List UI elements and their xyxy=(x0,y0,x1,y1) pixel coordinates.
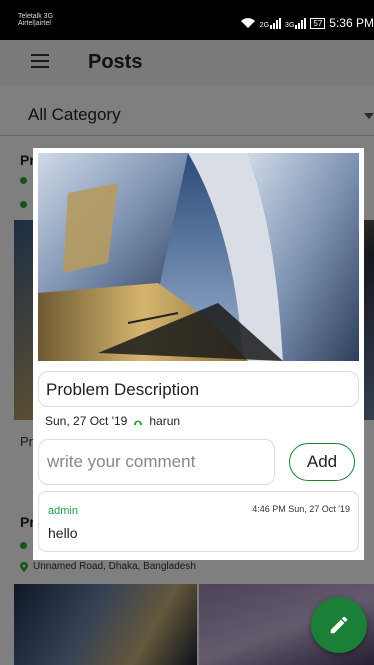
comment-text: hello xyxy=(48,525,78,541)
post-date: Sun, 27 Oct '19 xyxy=(45,414,128,428)
add-comment-button[interactable]: Add xyxy=(289,443,355,481)
post-meta: Sun, 27 Oct '19 harun xyxy=(45,414,180,428)
network-1-label: 2G xyxy=(259,21,270,29)
wifi-icon xyxy=(240,18,255,28)
user-icon xyxy=(134,420,143,425)
comment-input[interactable] xyxy=(38,439,275,485)
post-author: harun xyxy=(149,414,181,428)
carrier-line-2: Airtel|airtel xyxy=(18,20,51,27)
status-indicators: 2G 3G 57 5:36 PM xyxy=(240,16,374,30)
carrier-line-1: Teletalk 3G xyxy=(18,13,54,20)
problem-description-box: Problem Description xyxy=(38,371,359,407)
post-detail-dialog: Problem Description Sun, 27 Oct '19 haru… xyxy=(33,148,364,560)
comment-time: 4:46 PM Sun, 27 Oct '19 xyxy=(252,504,350,514)
signal-2-icon: 3G xyxy=(285,17,307,29)
comment-author: admin xyxy=(48,505,78,517)
comment-item: admin 4:46 PM Sun, 27 Oct '19 hello xyxy=(38,491,359,552)
battery-icon: 57 xyxy=(310,17,326,29)
status-bar: Teletalk 3G Airtel|airtel 2G 3G 57 5:36 … xyxy=(0,0,374,40)
post-photo xyxy=(38,153,359,361)
pencil-icon xyxy=(330,616,348,634)
building-photo xyxy=(38,153,359,361)
problem-title: Problem Description xyxy=(46,380,200,399)
network-2-label: 3G xyxy=(285,21,295,29)
compose-fab[interactable] xyxy=(311,597,367,653)
carrier-info: Teletalk 3G Airtel|airtel xyxy=(18,13,53,27)
clock: 5:36 PM xyxy=(329,16,374,30)
signal-1-icon: 2G xyxy=(259,17,282,29)
